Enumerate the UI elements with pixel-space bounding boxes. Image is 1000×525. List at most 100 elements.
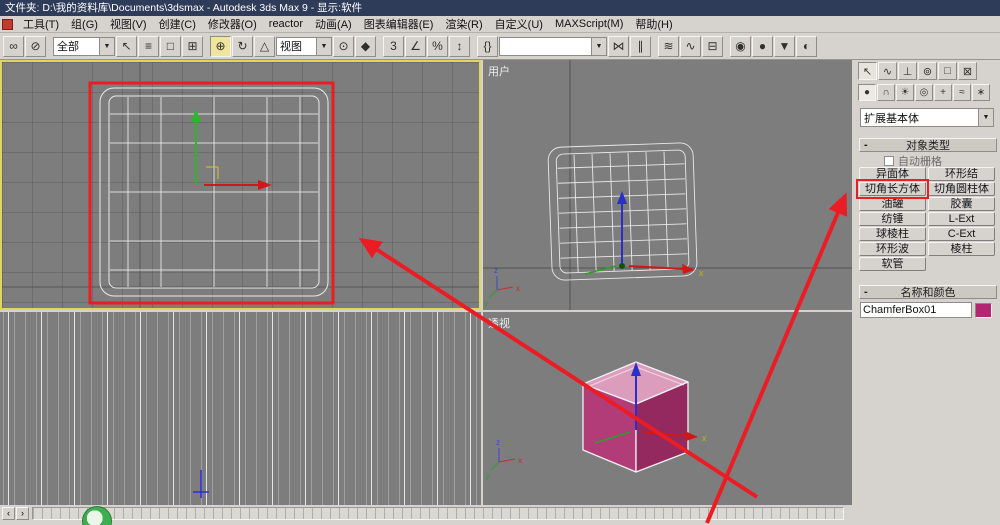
layer-manager-icon[interactable]: ≋ — [658, 35, 679, 57]
gengon-button[interactable]: 球棱柱 — [859, 227, 926, 241]
tab-modify[interactable]: ∿ — [878, 62, 897, 80]
tab-utilities[interactable]: ⊠ — [958, 62, 977, 80]
category-geometry-icon[interactable]: ● — [858, 84, 876, 101]
capsule-button[interactable]: 胶囊 — [928, 197, 995, 211]
align-icon[interactable]: ∥ — [630, 35, 651, 57]
collapse-icon: - — [864, 139, 868, 151]
move-gizmo: x — [584, 191, 704, 278]
world-axis-tripod — [193, 470, 209, 498]
angle-snap-icon[interactable]: ∠ — [405, 35, 426, 57]
window-crossing-icon[interactable]: ⊞ — [182, 35, 203, 57]
select-move-icon[interactable]: ⊕ — [210, 35, 231, 57]
name-color-row — [860, 302, 996, 318]
category-helpers-icon[interactable]: + — [934, 84, 952, 101]
l-ext-button[interactable]: L-Ext — [928, 212, 995, 226]
menu-item-rendering[interactable]: 渲染(R) — [439, 16, 488, 32]
axis-x-label: x — [699, 268, 704, 278]
select-by-name-icon[interactable]: ≡ — [138, 35, 159, 57]
primitive-type-dropdown[interactable]: 扩展基本体 ▼ — [860, 108, 994, 127]
category-spacewarps-icon[interactable]: ≈ — [953, 84, 971, 101]
select-scale-icon[interactable]: △ — [254, 35, 275, 57]
curve-editor-icon[interactable]: ∿ — [680, 35, 701, 57]
window-titlebar: 文件夹: D:\我的资料库\Documents\3dsmax - Autodes… — [0, 0, 1000, 16]
menu-item-customize[interactable]: 自定义(U) — [489, 16, 549, 32]
menu-item-modifiers[interactable]: 修改器(O) — [202, 16, 263, 32]
track-next-button[interactable]: › — [16, 507, 29, 520]
chevron-down-icon[interactable]: ▼ — [591, 37, 606, 55]
ringwave-button[interactable]: 环形波 — [859, 242, 926, 256]
tab-hierarchy[interactable]: ⊥ — [898, 62, 917, 80]
viewport-label-user[interactable]: 用户 — [488, 63, 510, 79]
menu-item-graph-editors[interactable]: 图表编辑器(E) — [358, 16, 440, 32]
menu-item-create[interactable]: 创建(C) — [153, 16, 202, 32]
tab-display[interactable]: □ — [938, 62, 957, 80]
prism-button[interactable]: 棱柱 — [928, 242, 995, 256]
top-viewport-graphics — [2, 62, 479, 308]
track-ruler[interactable] — [32, 507, 844, 520]
c-ext-button[interactable]: C-Ext — [928, 227, 995, 241]
svg-text:x: x — [516, 284, 520, 293]
percent-snap-icon[interactable]: % — [427, 35, 448, 57]
chevron-down-icon[interactable]: ▼ — [978, 109, 993, 126]
menu-item-reactor[interactable]: reactor — [263, 18, 309, 30]
menu-item-maxscript[interactable]: MAXScript(M) — [549, 18, 629, 30]
tab-create[interactable]: ↖ — [858, 62, 877, 80]
chamfercyl-button[interactable]: 切角圆柱体 — [928, 182, 995, 196]
chevron-down-icon[interactable]: ▼ — [316, 37, 331, 55]
category-lights-icon[interactable]: ☀ — [896, 84, 914, 101]
select-object-icon[interactable]: ↖ — [116, 35, 137, 57]
render-type-icon[interactable]: ▼ — [774, 35, 795, 57]
track-prev-button[interactable]: ‹ — [2, 507, 15, 520]
spindle-button[interactable]: 纺锤 — [859, 212, 926, 226]
chamferbox-wireframe-top — [99, 87, 329, 297]
select-and-link-icon[interactable]: ∞ — [3, 35, 24, 57]
menu-item-tools[interactable]: 工具(T) — [17, 16, 65, 32]
app-icon[interactable] — [2, 18, 13, 30]
quick-render-icon[interactable]: ◐ — [796, 35, 817, 57]
select-rotate-icon[interactable]: ↻ — [232, 35, 253, 57]
chamferbox-button[interactable]: 切角长方体 — [859, 182, 926, 196]
category-systems-icon[interactable]: ∗ — [972, 84, 990, 101]
category-shapes-icon[interactable]: ∩ — [877, 84, 895, 101]
viewport-user[interactable]: x x y z 用户 — [483, 60, 852, 310]
material-editor-icon[interactable]: ◉ — [730, 35, 751, 57]
object-type-rollout-header[interactable]: - 对象类型 — [859, 138, 997, 152]
hedra-button[interactable]: 异面体 — [859, 167, 926, 181]
viewport-perspective[interactable]: x x y z 透视 — [483, 312, 852, 505]
svg-text:y: y — [484, 299, 488, 308]
object-color-swatch[interactable] — [975, 302, 992, 318]
named-selection-sets-icon[interactable]: {} — [477, 35, 498, 57]
viewport-label-perspective[interactable]: 透视 — [488, 315, 510, 331]
menu-item-animation[interactable]: 动画(A) — [309, 16, 358, 32]
menu-item-group[interactable]: 组(G) — [65, 16, 104, 32]
chevron-down-icon[interactable]: ▼ — [99, 37, 114, 55]
name-color-rollout-header[interactable]: - 名称和颜色 — [859, 285, 997, 299]
mirror-icon[interactable]: ⋈ — [608, 35, 629, 57]
object-name-input[interactable] — [860, 302, 972, 318]
torus-knot-button[interactable]: 环形结 — [928, 167, 995, 181]
object-type-buttons: 异面体 环形结 切角长方体 切角圆柱体 油罐 胶囊 纺锤 L-Ext 球棱柱 C… — [859, 167, 997, 271]
world-axis-tripod: x y z — [486, 438, 522, 480]
viewport-top[interactable] — [0, 60, 481, 310]
use-center-icon[interactable]: ⊙ — [333, 35, 354, 57]
menu-item-views[interactable]: 视图(V) — [104, 16, 153, 32]
named-selection-dropdown[interactable]: ▼ — [499, 36, 607, 56]
tab-motion[interactable]: ⊚ — [918, 62, 937, 80]
hose-button[interactable]: 软管 — [859, 257, 926, 271]
viewport-front[interactable] — [0, 312, 481, 505]
selection-filter-dropdown[interactable]: 全部 ▼ — [53, 36, 115, 56]
snap-3d-icon[interactable]: 3 — [383, 35, 404, 57]
category-cameras-icon[interactable]: ◎ — [915, 84, 933, 101]
spinner-snap-icon[interactable]: ↕ — [449, 35, 470, 57]
reference-coordinate-dropdown[interactable]: 视图 ▼ — [276, 36, 332, 56]
schematic-view-icon[interactable]: ⊟ — [702, 35, 723, 57]
oiltank-button[interactable]: 油罐 — [859, 197, 926, 211]
render-scene-icon[interactable]: ● — [752, 35, 773, 57]
unlink-selection-icon[interactable]: ⊘ — [25, 35, 46, 57]
checkbox-icon[interactable] — [884, 156, 894, 166]
menu-item-help[interactable]: 帮助(H) — [629, 16, 678, 32]
window-title: 文件夹: D:\我的资料库\Documents\3dsmax - Autodes… — [5, 2, 363, 14]
select-manipulate-icon[interactable]: ◆ — [355, 35, 376, 57]
rectangular-selection-icon[interactable]: □ — [160, 35, 181, 57]
user-viewport-graphics: x x y z — [483, 60, 852, 310]
